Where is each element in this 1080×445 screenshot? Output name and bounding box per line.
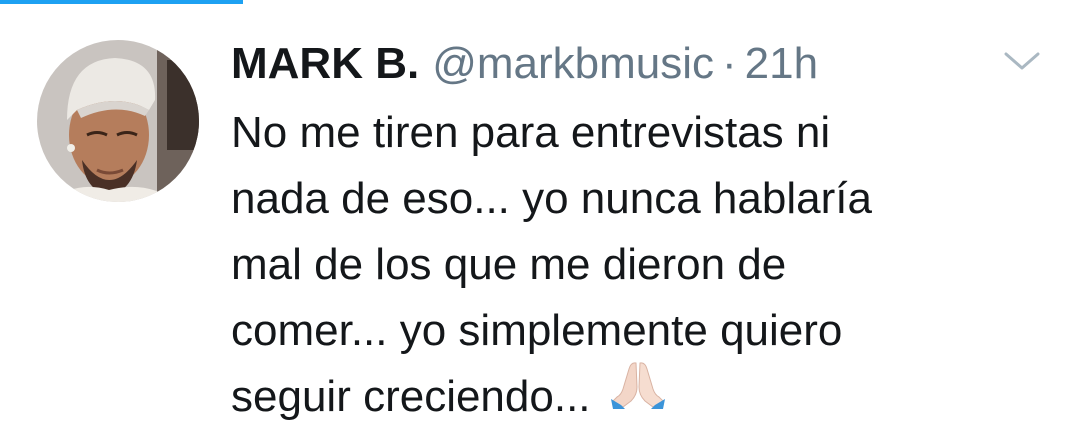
tweet-text-line: mal de los que me dieron de: [231, 240, 787, 289]
chevron-down-icon: [1004, 52, 1040, 70]
active-tab-indicator: [0, 0, 243, 4]
author-name[interactable]: MARK B.: [231, 36, 419, 92]
tweet-text: No me tiren para entrevistas ni nada de …: [231, 100, 991, 430]
tweet-text-line-last: seguir creciendo...: [231, 362, 991, 430]
avatar[interactable]: [37, 40, 199, 202]
author-handle[interactable]: @markbmusic: [432, 36, 714, 92]
tweet-text-line-content: seguir creciendo...: [231, 372, 591, 421]
tweet-header: MARK B. @markbmusic · 21h: [231, 36, 818, 92]
separator-dot: ·: [722, 39, 737, 88]
tweet-menu-button[interactable]: [1002, 46, 1042, 76]
avatar-photo: [37, 40, 199, 202]
tweet-text-line: No me tiren para entrevistas ni: [231, 108, 831, 157]
tweet-text-line: comer... yo simplemente quiero: [231, 306, 843, 355]
folded-hands-emoji-icon: [609, 359, 667, 428]
tweet-timestamp[interactable]: 21h: [745, 36, 818, 92]
tweet-text-line: nada de eso... yo nunca hablaría: [231, 174, 872, 223]
